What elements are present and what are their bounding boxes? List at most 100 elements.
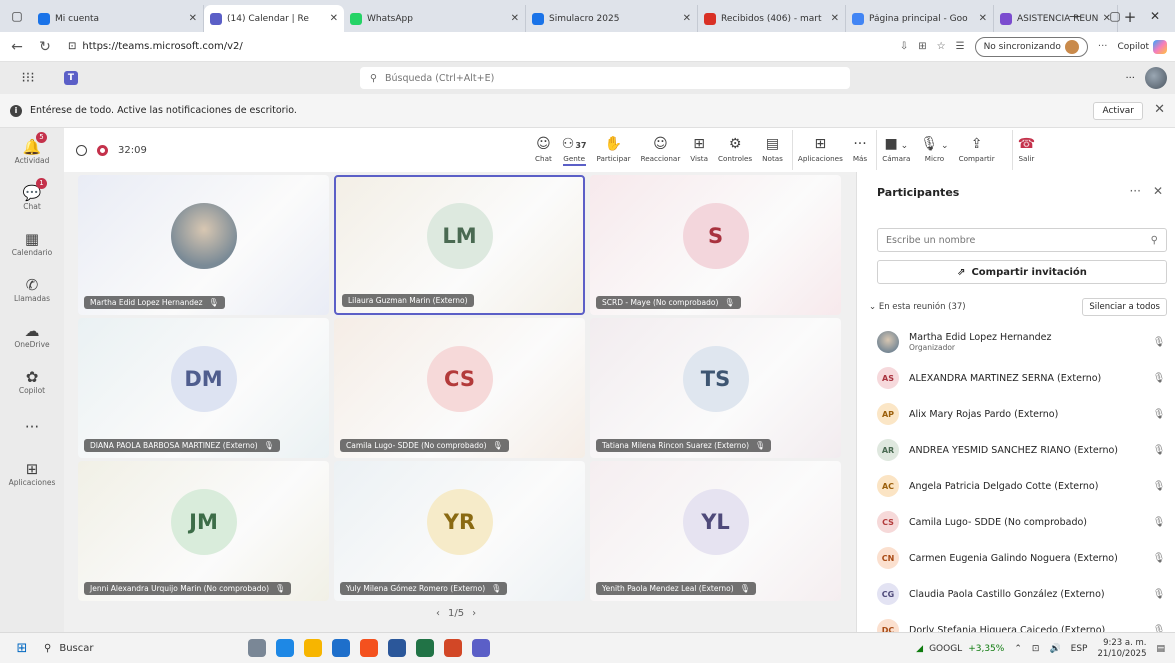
video-tile[interactable]: DM DIANA PAOLA BARBOSA MARTINEZ (Externo)…	[78, 318, 329, 458]
participant-row[interactable]: Martha Edid Lopez Hernandez Organizador 🎙	[869, 324, 1169, 360]
video-tile[interactable]: JM Jenni Alexandra Urquijo Marin (No comp…	[78, 461, 329, 601]
user-avatar[interactable]	[1145, 67, 1167, 89]
tray-expand-icon[interactable]: ⌃	[1014, 644, 1022, 654]
browser-tab[interactable]: (14) Calendar | Re ✕	[204, 5, 344, 32]
rail-item[interactable]: ☁ OneDrive	[0, 312, 64, 358]
maximize-icon[interactable]: ▢	[1095, 0, 1135, 32]
language-indicator[interactable]: ESP	[1071, 644, 1088, 654]
toolbar-button[interactable]: 🎙 ⌄ Micro	[915, 130, 953, 170]
video-tile[interactable]: YL Yenith Paola Mendez Leal (Externo) 🎙	[590, 461, 841, 601]
toolbar-button[interactable]: ··· Más	[848, 130, 872, 170]
mute-all-button[interactable]: Silenciar a todos	[1082, 298, 1167, 316]
url-field[interactable]: ⊡ https://teams.microsoft.com/v2/	[68, 41, 890, 52]
favorites-icon[interactable]: ☰	[956, 41, 965, 52]
participant-row[interactable]: AS ALEXANDRA MARTINEZ SERNA (Externo) 🎙	[869, 360, 1169, 396]
tab-close-icon[interactable]: ✕	[330, 13, 338, 24]
video-tile[interactable]: Martha Edid Lopez Hernandez 🎙	[78, 175, 329, 315]
rail-item[interactable]: ···	[0, 404, 64, 450]
participant-row[interactable]: AP Alix Mary Rojas Pardo (Externo) 🎙	[869, 396, 1169, 432]
browser-tab[interactable]: Mi cuenta ✕	[32, 5, 204, 32]
browser-menu-icon[interactable]: ···	[1098, 41, 1108, 52]
teams-more-icon[interactable]: ···	[1125, 73, 1135, 84]
favorite-star-icon[interactable]: ☆	[937, 41, 946, 52]
participant-row[interactable]: AC Angela Patricia Delgado Cotte (Externo…	[869, 468, 1169, 504]
rail-item[interactable]: ✿ Copilot	[0, 358, 64, 404]
toolbar-button[interactable]: ▤ Notas	[757, 130, 788, 170]
toolbar-button[interactable]: ⊞ Vista	[685, 130, 713, 170]
tab-close-icon[interactable]: ✕	[831, 13, 839, 24]
browser-tab[interactable]: WhatsApp ✕	[344, 5, 526, 32]
browser-tab[interactable]: Recibidos (406) - mart ✕	[698, 5, 846, 32]
teams-search-box[interactable]: ⚲	[360, 67, 850, 89]
toolbar-button[interactable]: ⚙ Controles	[713, 130, 757, 170]
taskbar-app-icon[interactable]	[472, 639, 490, 657]
toolbar-button[interactable]: ⇪ Compartir	[954, 130, 1000, 170]
close-window-icon[interactable]: ✕	[1135, 0, 1175, 32]
chevron-down-icon[interactable]: ⌄	[938, 141, 949, 151]
download-icon[interactable]: ⇩	[900, 41, 908, 52]
toolbar-button[interactable]: ☺ Reaccionar	[636, 130, 686, 170]
rail-item[interactable]: ✆ Llamadas	[0, 266, 64, 312]
teams-search-input[interactable]	[384, 72, 785, 84]
rail-item[interactable]: ⊞ Aplicaciones	[0, 450, 64, 496]
participant-search-input[interactable]	[886, 234, 1126, 246]
taskbar-search[interactable]: ⚲ Buscar	[44, 643, 164, 654]
tab-close-icon[interactable]: ✕	[979, 13, 987, 24]
tab-close-icon[interactable]: ✕	[683, 13, 691, 24]
taskbar-app-icon[interactable]	[416, 639, 434, 657]
taskbar-app-icon[interactable]	[248, 639, 266, 657]
taskbar-clock[interactable]: 9:23 a. m. 21/10/2025	[1097, 638, 1146, 660]
toolbar-button[interactable]: ✋ Participar	[592, 130, 636, 170]
chevron-down-icon[interactable]: ⌄	[898, 141, 909, 151]
rail-item[interactable]: 💬 Chat 1	[0, 174, 64, 220]
share-invite-button[interactable]: ⇗ Compartir invitación	[877, 260, 1167, 284]
notification-center-icon[interactable]: ▤	[1156, 644, 1165, 654]
section-toggle[interactable]: ⌄ En esta reunión (37)	[869, 302, 966, 312]
stock-widget[interactable]: ◢ GOOGL +3,35%	[916, 644, 1004, 654]
app-launcher-icon[interactable]: ⁝⁝⁝	[10, 70, 46, 86]
browser-tab[interactable]: Página principal - Goo ✕	[846, 5, 994, 32]
video-tile[interactable]: YR Yuly Milena Gómez Romero (Externo) 🎙	[334, 461, 585, 601]
video-tile[interactable]: TS Tatiana Milena Rincon Suarez (Externo)…	[590, 318, 841, 458]
participant-row[interactable]: CS Camila Lugo- SDDE (No comprobado) 🎙	[869, 504, 1169, 540]
panel-more-icon[interactable]: ···	[1129, 184, 1140, 198]
participant-search-box[interactable]: ⚲	[877, 228, 1167, 252]
tab-actions-icon[interactable]: ▢	[6, 5, 28, 27]
taskbar-app-icon[interactable]	[304, 639, 322, 657]
taskbar-app-icon[interactable]	[444, 639, 462, 657]
toolbar-button[interactable]: ⚇37 Gente	[557, 130, 592, 170]
toolbar-button[interactable]: ■ ⌄ Cámara	[876, 130, 915, 170]
close-banner-icon[interactable]: ✕	[1154, 102, 1165, 117]
refresh-icon[interactable]: ↻	[36, 39, 54, 55]
taskbar-app-icon[interactable]	[360, 639, 378, 657]
participant-row[interactable]: AR ANDREA YESMID SANCHEZ RIAÑO (Externo) 🎙	[869, 432, 1169, 468]
tab-close-icon[interactable]: ✕	[189, 13, 197, 24]
video-tile[interactable]: LM Lilaura Guzman Marin (Externo)	[334, 175, 585, 315]
next-page-icon[interactable]: ›	[472, 608, 476, 619]
taskbar-app-icon[interactable]	[276, 639, 294, 657]
prev-page-icon[interactable]: ‹	[436, 608, 440, 619]
profile-sync-button[interactable]: No sincronizando	[974, 36, 1088, 57]
network-icon[interactable]: ⊡	[1032, 644, 1040, 654]
rail-item[interactable]: 🔔 Actividad 5	[0, 128, 64, 174]
video-tile[interactable]: S SCRD - Maye (No comprobado) 🎙	[590, 175, 841, 315]
tab-close-icon[interactable]: ✕	[511, 13, 519, 24]
activate-notifications-button[interactable]: Activar	[1093, 102, 1143, 120]
windows-start-icon[interactable]: ⊞	[8, 641, 36, 656]
panel-close-icon[interactable]: ✕	[1153, 184, 1163, 198]
participant-row[interactable]: CN Carmen Eugenia Galindo Noguera (Extern…	[869, 540, 1169, 576]
toolbar-button[interactable]: ⊞ Aplicaciones	[791, 130, 848, 170]
taskbar-app-icon[interactable]	[388, 639, 406, 657]
toolbar-button[interactable]: ☎ Salir	[1011, 130, 1040, 170]
toolbar-button[interactable]: ☺ Chat	[530, 130, 557, 170]
rail-item[interactable]: ▦ Calendario	[0, 220, 64, 266]
copilot-button[interactable]: Copilot	[1117, 39, 1167, 54]
back-icon[interactable]: ←	[8, 39, 26, 55]
taskbar-app-icon[interactable]	[332, 639, 350, 657]
apps-icon[interactable]: ⊞	[918, 41, 926, 52]
browser-tab[interactable]: Simulacro 2025 ✕	[526, 5, 698, 32]
participant-row[interactable]: CG Claudia Paola Castillo González (Exter…	[869, 576, 1169, 612]
minimize-icon[interactable]: —	[1055, 0, 1095, 32]
volume-icon[interactable]: 🔊	[1049, 644, 1060, 654]
video-tile[interactable]: CS Camila Lugo- SDDE (No comprobado) 🎙	[334, 318, 585, 458]
